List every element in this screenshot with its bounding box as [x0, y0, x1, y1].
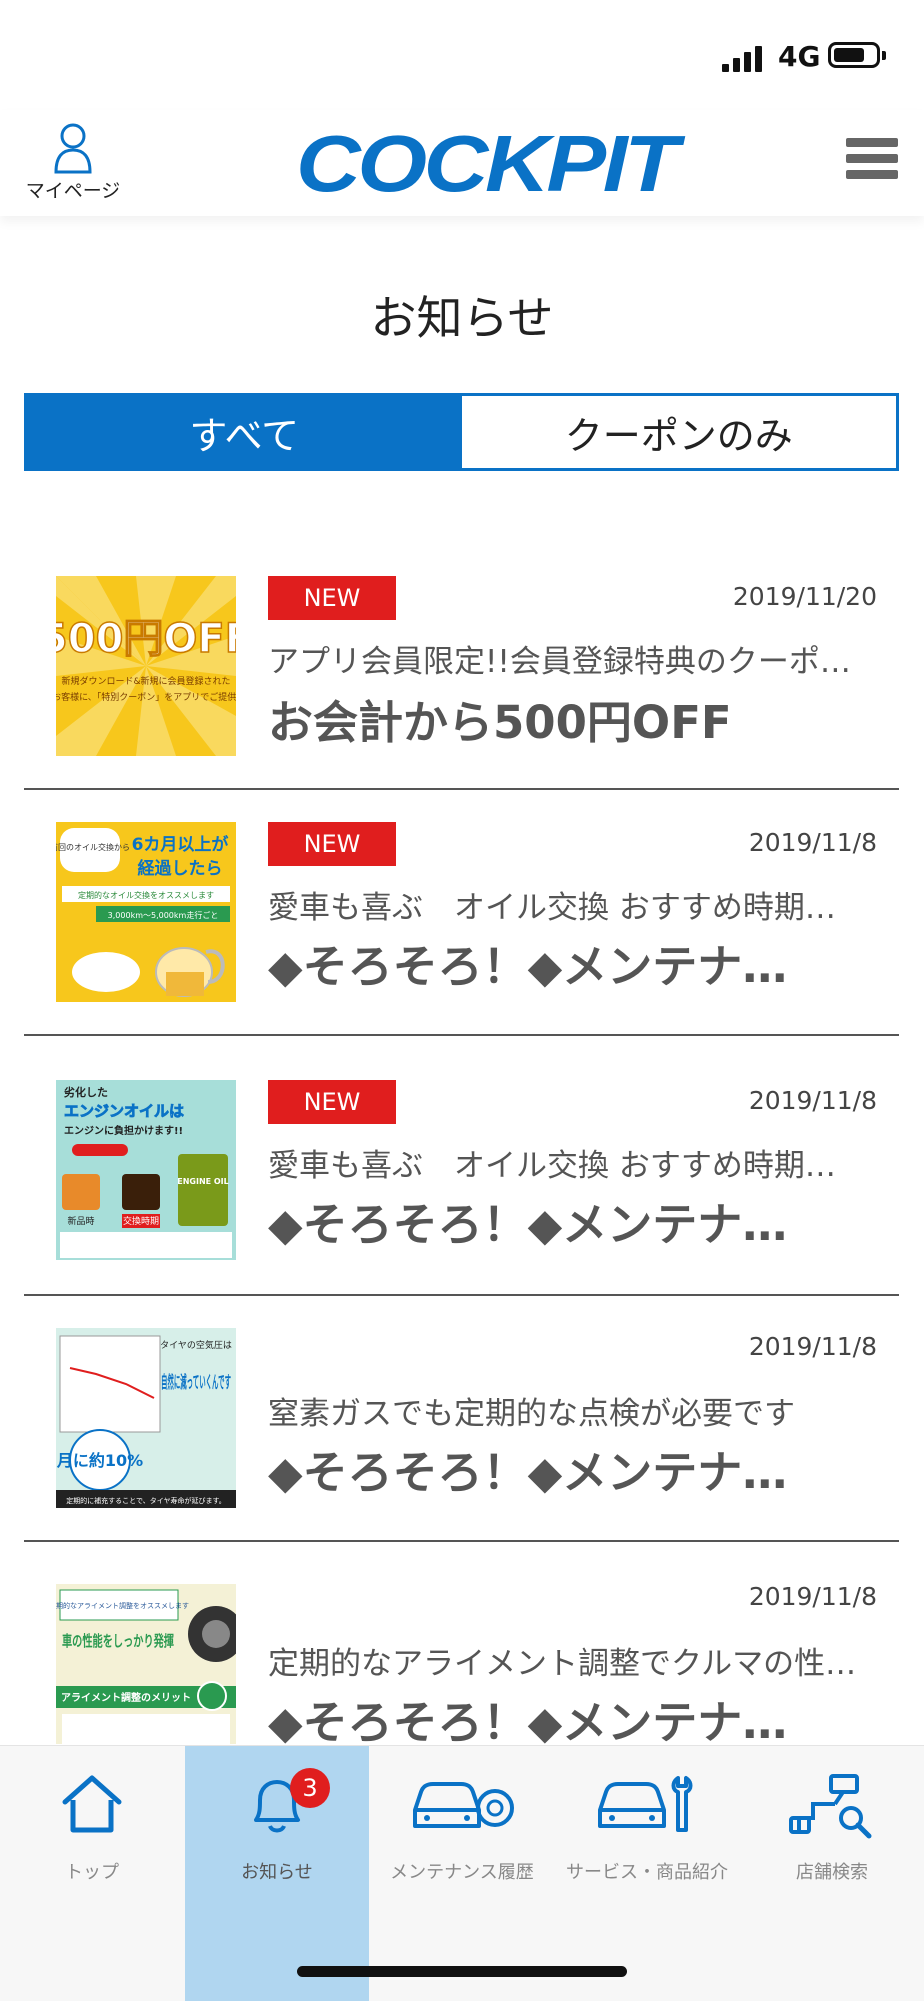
- notice-item[interactable]: 500円OFF 新規ダウンロード&新規に会員登録された お客様に、「特別クーポン…: [24, 550, 899, 790]
- notice-subtitle: アプリ会員限定!!会員登録特典のクーポ…: [268, 644, 851, 680]
- notice-date: 2019/11/8: [748, 1332, 877, 1361]
- svg-text:アライメント調整のメリット: アライメント調整のメリット: [61, 1691, 191, 1704]
- page-title: お知らせ: [370, 291, 554, 345]
- battery-icon: [828, 42, 886, 68]
- notice-thumbnail: 前回のオイル交換から 6カ月以上が 経過したら 定期的なオイル交換をオススメしま…: [56, 822, 236, 1002]
- notice-subtitle: 愛車も喜ぶ オイル交換 おすすめ時期…: [268, 1148, 836, 1184]
- nav-notices[interactable]: 3 お知らせ: [185, 1746, 369, 2001]
- notice-thumbnail: 500円OFF 新規ダウンロード&新規に会員登録された お客様に、「特別クーポン…: [56, 576, 236, 756]
- map-search-icon: [789, 1774, 872, 1839]
- svg-text:自然に減っていくんです: 自然に減っていくんです: [161, 1372, 231, 1393]
- status-bar: 4G: [0, 0, 924, 110]
- svg-text:3,000km〜5,000km走行ごと: 3,000km〜5,000km走行ごと: [108, 910, 219, 920]
- tab-all[interactable]: すべて: [27, 396, 462, 468]
- svg-text:定期的に補充することで、タイヤ寿命が延びます。: 定期的に補充することで、タイヤ寿命が延びます。: [66, 1496, 226, 1505]
- nav-top[interactable]: トップ: [0, 1746, 184, 2001]
- notice-subtitle: 窒素ガスでも定期的な点検が必要です: [268, 1396, 795, 1432]
- bottom-navigation: トップ 3 お知らせ メンテナンス履歴 サービス・商品紹介 店舗検索: [0, 1745, 924, 2001]
- svg-text:定期的なアライメント調整をオススメします: 定期的なアライメント調整をオススメします: [56, 1601, 189, 1610]
- signal-icon: [722, 44, 764, 72]
- svg-text:お客様に、「特別クーポン」をアプリでご提供!: お客様に、「特別クーポン」をアプリでご提供!: [56, 691, 236, 703]
- notice-headline: ◆そろそろ！◆メンテナ…: [268, 1198, 788, 1251]
- svg-text:車の性能をしっかり発揮: 車の性能をしっかり発揮: [62, 1632, 174, 1650]
- notice-date: 2019/11/20: [732, 582, 877, 611]
- notice-date: 2019/11/8: [748, 828, 877, 857]
- nav-maintenance-history[interactable]: メンテナンス履歴: [370, 1746, 554, 2001]
- cockpit-logo[interactable]: COCKPIT: [296, 124, 679, 204]
- nav-label: メンテナンス履歴: [390, 1862, 534, 1883]
- svg-text:前回のオイル交換から: 前回のオイル交換から: [56, 842, 130, 852]
- notice-subtitle: 定期的なアライメント調整でクルマの性…: [268, 1646, 857, 1682]
- user-icon: [54, 123, 92, 174]
- svg-text:エンジンに負担かけます!!: エンジンに負担かけます!!: [64, 1124, 183, 1137]
- mypage-button[interactable]: マイページ: [18, 122, 128, 203]
- notice-thumbnail: 定期的なアライメント調整をオススメします 車の性能をしっかり発揮 アライメント調…: [56, 1584, 236, 1744]
- svg-text:劣化した: 劣化した: [64, 1085, 108, 1099]
- notice-headline: ◆そろそろ！◆メンテナ…: [268, 940, 788, 993]
- notice-thumbnail: 劣化した エンジンオイルは エンジンに負担かけます!! 新品時 交換時期 ENG…: [56, 1080, 236, 1260]
- home-icon: [62, 1775, 122, 1833]
- new-badge: NEW: [268, 822, 396, 866]
- svg-text:タイヤの空気圧は: タイヤの空気圧は: [160, 1339, 232, 1351]
- nav-services-products[interactable]: サービス・商品紹介: [555, 1746, 739, 2001]
- tab-coupons-only[interactable]: クーポンのみ: [461, 396, 896, 468]
- car-brake-icon: [413, 1782, 514, 1828]
- svg-text:経過したら: 経過したら: [138, 858, 223, 879]
- notice-item[interactable]: タイヤの空気圧は 自然に減っていくんです 月に約10% 定期的に補充することで、…: [24, 1296, 899, 1542]
- notice-date: 2019/11/8: [748, 1582, 877, 1611]
- thumb-big-text: 500円OFF: [56, 616, 236, 662]
- svg-text:新規ダウンロード&新規に会員登録された: 新規ダウンロード&新規に会員登録された: [61, 675, 230, 687]
- svg-text:ENGINE OIL: ENGINE OIL: [177, 1177, 229, 1186]
- svg-text:定期的なオイル交換をオススメします: 定期的なオイル交換をオススメします: [78, 890, 214, 900]
- mypage-label: マイページ: [25, 180, 121, 202]
- svg-text:月に約10%: 月に約10%: [56, 1451, 143, 1470]
- app-header: マイページ COCKPIT: [0, 110, 924, 216]
- notice-item[interactable]: 定期的なアライメント調整をオススメします 車の性能をしっかり発揮 アライメント調…: [24, 1542, 899, 1772]
- nav-label: 店舗検索: [796, 1862, 868, 1883]
- nav-store-search[interactable]: 店舗検索: [740, 1746, 924, 2001]
- network-type: 4G: [778, 40, 821, 73]
- nav-label: お知らせ: [241, 1862, 313, 1883]
- notice-thumbnail: タイヤの空気圧は 自然に減っていくんです 月に約10% 定期的に補充することで、…: [56, 1328, 236, 1508]
- nav-label: サービス・商品紹介: [566, 1862, 728, 1883]
- new-badge: NEW: [268, 576, 396, 620]
- nav-label: トップ: [65, 1862, 119, 1883]
- notice-date: 2019/11/8: [748, 1086, 877, 1115]
- svg-text:新品時: 新品時: [67, 1215, 94, 1227]
- notice-headline: お会計から500円OFF: [268, 696, 732, 749]
- notice-headline: ◆そろそろ！◆メンテナ…: [268, 1446, 788, 1499]
- home-indicator: [297, 1966, 627, 1977]
- notice-item[interactable]: 前回のオイル交換から 6カ月以上が 経過したら 定期的なオイル交換をオススメしま…: [24, 790, 899, 1036]
- hamburger-menu-icon[interactable]: [846, 138, 898, 184]
- notice-headline: ◆そろそろ！◆メンテナ…: [268, 1696, 788, 1749]
- filter-tabs: すべて クーポンのみ: [24, 393, 899, 471]
- svg-text:交換時期: 交換時期: [123, 1215, 159, 1227]
- notice-subtitle: 愛車も喜ぶ オイル交換 おすすめ時期…: [268, 890, 836, 926]
- svg-text:エンジンオイルは: エンジンオイルは: [64, 1102, 184, 1120]
- car-wrench-icon: [598, 1776, 693, 1832]
- notification-count-badge: 3: [290, 1768, 330, 1808]
- new-badge: NEW: [268, 1080, 396, 1124]
- notice-item[interactable]: 劣化した エンジンオイルは エンジンに負担かけます!! 新品時 交換時期 ENG…: [24, 1036, 899, 1296]
- svg-text:6カ月以上が: 6カ月以上が: [132, 834, 229, 855]
